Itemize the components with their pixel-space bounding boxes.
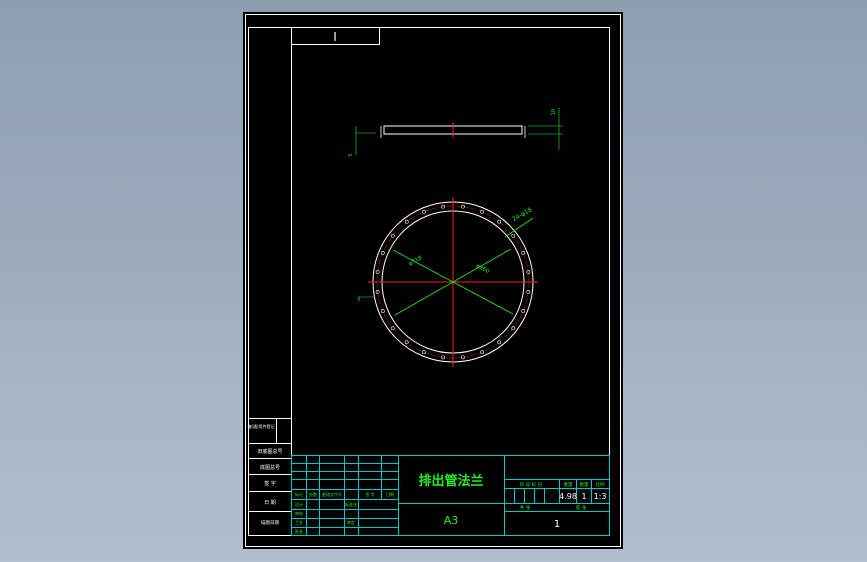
tb-row-check: 审核	[295, 510, 303, 516]
side-label-trace-date: 描图日期	[261, 519, 279, 526]
sheet-number: 1	[554, 519, 560, 530]
weight-label: 重量	[564, 481, 573, 488]
outer-border	[245, 14, 621, 547]
drawing-sheet: I 借(通)用件登记 旧底图总号 底图总号 签 字 日 期 描图日期 标记 处数…	[243, 12, 623, 549]
side-label-drawing-no: 底图总号	[260, 464, 280, 471]
sheet-total-label: 共 张	[520, 504, 531, 511]
side-edge-dim: 5	[348, 153, 354, 156]
flange-side-view	[355, 108, 563, 155]
part-title: 排出管法兰	[418, 473, 483, 489]
tb-header-sign: 签 字	[365, 491, 374, 497]
side-label-reuse: 借(通)用件登记	[247, 423, 274, 429]
qty-value: 1	[581, 492, 586, 501]
paper-size: A3	[444, 514, 459, 527]
tb-row-design: 设计	[295, 501, 303, 507]
side-label-date: 日 期	[264, 500, 276, 506]
stage-label: 阶 段 标 记	[520, 481, 543, 488]
weight-value: 4.98	[559, 492, 577, 501]
flange-front-view	[358, 197, 538, 367]
tb-header-count: 处数	[309, 491, 317, 497]
tb-header-date: 日期	[386, 491, 394, 497]
tb-row-process: 工艺	[295, 520, 303, 525]
tb-header-mark: 标记	[295, 491, 303, 497]
pcd-dim: φ860	[475, 263, 491, 275]
tb-row-approve: 批准	[295, 528, 303, 534]
edge-dim: 5	[357, 297, 360, 303]
bolt-hole	[497, 219, 502, 224]
tb-header-file: 更改文件号	[322, 491, 342, 497]
scale-label: 比例	[596, 481, 605, 488]
leader-bolt-holes	[504, 217, 534, 238]
sheet-marker: I	[333, 30, 337, 44]
bolt-hole-dim: 24-φ18	[511, 206, 533, 223]
tb-row-review: 审定	[347, 519, 355, 525]
side-label-signature: 签 字	[264, 480, 276, 487]
side-thickness-dim: 10	[551, 109, 557, 115]
scale-value: 1:3	[594, 492, 607, 501]
bolt-hole	[422, 209, 426, 214]
sheet-label: 第 张	[576, 504, 587, 511]
side-label-old-drawing: 旧底图总号	[257, 448, 282, 455]
tb-row-standard: 标准化	[345, 501, 357, 507]
qty-label: 数量	[580, 481, 589, 488]
cad-drawing: I 借(通)用件登记 旧底图总号 底图总号 签 字 日 期 描图日期 标记 处数…	[245, 14, 621, 547]
side-registration-block	[248, 418, 292, 536]
bolt-hole	[521, 251, 526, 255]
